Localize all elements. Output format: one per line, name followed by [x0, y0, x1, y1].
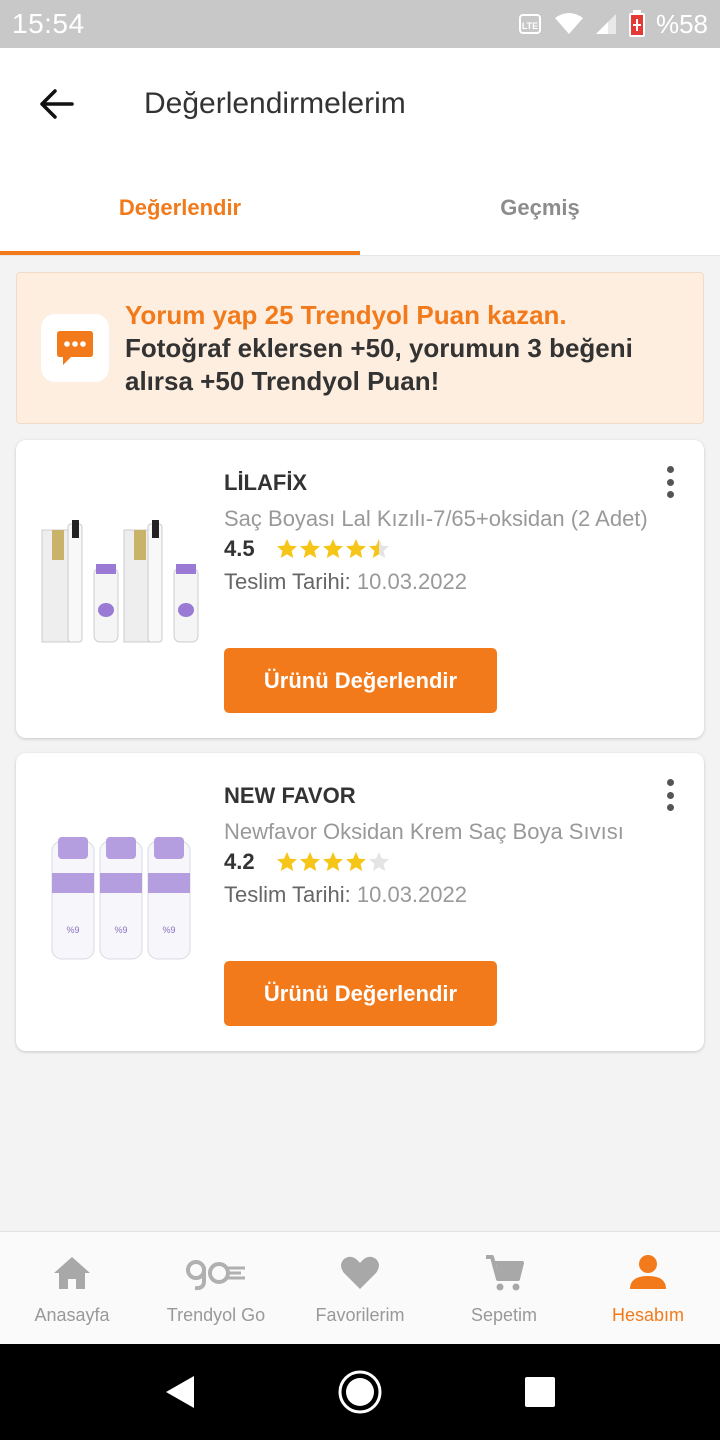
product-image-newfavor[interactable]: %9 %9 %9: [38, 833, 202, 963]
status-icons: LTE %58: [518, 9, 708, 40]
promo-line-2: Fotoğraf eklersen +50, yorumun 3 beğeni: [125, 332, 633, 363]
delivery-info: Teslim Tarihi: 10.03.2022: [224, 569, 467, 595]
nav-item-sepetim[interactable]: Sepetim: [432, 1232, 576, 1344]
svg-text:%9: %9: [114, 925, 127, 935]
star-icon: [346, 539, 366, 558]
nav-label: Favorilerim: [315, 1304, 405, 1325]
chat-bubble-icon: [41, 314, 109, 382]
home-icon: [52, 1251, 92, 1295]
promo-text: Yorum yap 25 Trendyol Puan kazan. Fotoğr…: [125, 299, 633, 398]
more-options-icon[interactable]: [658, 775, 682, 815]
delivery-date: 10.03.2022: [356, 569, 467, 594]
nav-label: Anasayfa: [34, 1304, 110, 1325]
circle-home-icon: [338, 1370, 382, 1414]
tab-bar: Değerlendir Geçmiş: [0, 160, 720, 256]
star-icon: [300, 852, 320, 871]
star-icon: [346, 852, 366, 871]
page-title: Değerlendirmelerim: [144, 87, 406, 120]
nav-label: Sepetim: [470, 1304, 538, 1325]
product-card: %9 %9 %9 NEW FAVOR Newfavor Oksidan Krem…: [16, 753, 704, 1051]
volte-icon: LTE: [518, 11, 544, 37]
battery-percent: %58: [655, 8, 708, 39]
arrow-left-icon: [40, 89, 74, 119]
account-icon: [628, 1251, 668, 1295]
system-home-button[interactable]: [270, 1369, 450, 1415]
nav-label: Hesabım: [611, 1304, 685, 1325]
product-name[interactable]: Saç Boyası Lal Kızılı-7/65+oksidan (2 Ad…: [224, 506, 664, 532]
review-product-button[interactable]: Ürünü Değerlendir: [224, 648, 497, 713]
bottom-navigation: Anasayfa Trendyol Go Favorilerim Sepetim…: [0, 1231, 720, 1344]
svg-text:%9: %9: [66, 925, 79, 935]
trendyol-go-icon: [185, 1251, 247, 1295]
rating-value: 4.2: [224, 849, 255, 874]
tab-degerlendir[interactable]: Değerlendir: [0, 160, 360, 255]
signal-icon: [594, 12, 618, 36]
rating-value: 4.5: [224, 536, 255, 561]
product-name[interactable]: Newfavor Oksidan Krem Saç Boya Sıvısı: [224, 819, 664, 845]
square-recents-icon: [525, 1377, 555, 1407]
battery-icon: [628, 10, 646, 38]
rating-stars: [276, 851, 390, 873]
nav-item-hesabim[interactable]: Hesabım: [576, 1232, 720, 1344]
back-button[interactable]: [0, 48, 112, 160]
nav-item-trendyol-go[interactable]: Trendyol Go: [144, 1232, 288, 1344]
system-recents-button[interactable]: [450, 1376, 630, 1408]
promo-banner: Yorum yap 25 Trendyol Puan kazan. Fotoğr…: [16, 272, 704, 424]
cart-icon: [484, 1251, 524, 1295]
delivery-info: Teslim Tarihi: 10.03.2022: [224, 882, 467, 908]
system-navigation-bar: [0, 1344, 720, 1440]
tab-gecmis[interactable]: Geçmiş: [360, 160, 720, 255]
delivery-date: 10.03.2022: [356, 882, 467, 907]
promo-highlight: Yorum yap 25 Trendyol Puan kazan.: [125, 299, 567, 330]
star-icon: [277, 852, 297, 871]
heart-icon: [340, 1251, 380, 1295]
product-rating: 4.2: [224, 849, 390, 875]
star-icon: [323, 539, 343, 558]
rating-stars: [276, 538, 390, 560]
app-bar: Değerlendirmelerim: [0, 48, 720, 160]
promo-line-3: alırsa +50 Trendyol Puan!: [125, 365, 440, 396]
star-icon: [369, 852, 389, 871]
star-icon: [323, 852, 343, 871]
triangle-back-icon: [166, 1376, 194, 1408]
status-bar: 15:54 LTE %58: [0, 0, 720, 48]
system-back-button[interactable]: [90, 1374, 270, 1410]
nav-item-favorilerim[interactable]: Favorilerim: [288, 1232, 432, 1344]
product-card: LİLAFİX Saç Boyası Lal Kızılı-7/65+oksid…: [16, 440, 704, 738]
more-options-icon[interactable]: [658, 462, 682, 502]
product-brand: LİLAFİX: [224, 470, 308, 495]
review-product-button[interactable]: Ürünü Değerlendir: [224, 961, 497, 1026]
star-icon: [369, 539, 389, 558]
product-brand: NEW FAVOR: [224, 783, 356, 808]
status-time: 15:54: [12, 8, 85, 39]
star-icon: [300, 539, 320, 558]
delivery-label: Teslim Tarihi:: [224, 882, 351, 907]
star-icon: [277, 539, 297, 558]
nav-label: Trendyol Go: [166, 1304, 266, 1325]
delivery-label: Teslim Tarihi:: [224, 569, 351, 594]
nav-item-anasayfa[interactable]: Anasayfa: [0, 1232, 144, 1344]
wifi-icon: [554, 12, 584, 36]
svg-text:LTE: LTE: [522, 21, 538, 31]
svg-text:%9: %9: [162, 925, 175, 935]
product-image-lilafix[interactable]: [38, 520, 202, 650]
product-rating: 4.5: [224, 536, 390, 562]
